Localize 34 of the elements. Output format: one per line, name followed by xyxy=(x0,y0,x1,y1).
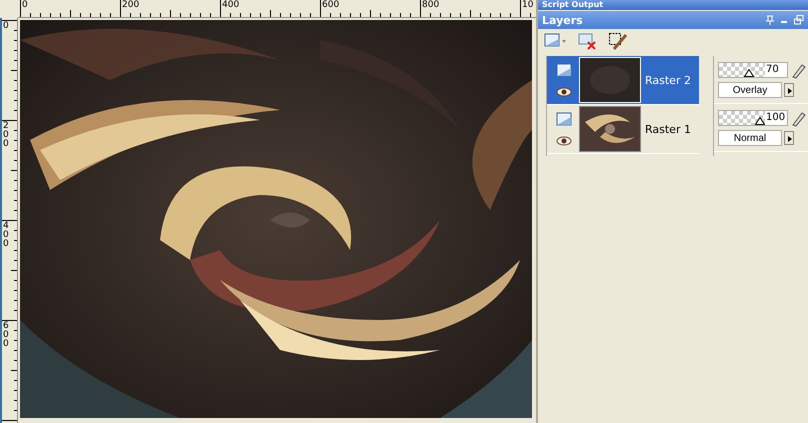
raster-layer-icon xyxy=(556,63,572,77)
opacity-slider[interactable]: 70 xyxy=(718,62,788,78)
pin-icon[interactable] xyxy=(766,15,774,25)
ruler-label: 800 xyxy=(422,0,440,10)
ruler-label: 600 xyxy=(3,322,10,349)
restore-icon[interactable] xyxy=(794,15,804,25)
slider-thumb[interactable] xyxy=(744,69,754,77)
layer-thumbnail xyxy=(579,106,641,152)
ruler-label: 0 xyxy=(22,0,28,10)
blend-mode-dropdown[interactable]: Overlay xyxy=(718,82,782,98)
ruler-label: 400 xyxy=(3,222,10,249)
edit-selection-icon[interactable] xyxy=(608,32,628,50)
layer-thumbnail xyxy=(579,57,641,103)
layer-name[interactable]: Raster 1 xyxy=(645,122,691,136)
opacity-value: 70 xyxy=(765,63,779,77)
ruler-label: 0 xyxy=(3,22,10,31)
layer-name[interactable]: Raster 2 xyxy=(645,74,691,86)
opacity-slider[interactable]: 100 xyxy=(718,110,788,126)
opacity-value: 100 xyxy=(765,111,786,125)
slider-thumb[interactable] xyxy=(755,117,765,125)
palette-title: Layers xyxy=(542,14,583,26)
layer-row[interactable]: Raster 1 xyxy=(547,105,699,154)
blend-mode-dropdown[interactable]: Normal xyxy=(718,130,782,146)
ruler-label: 200 xyxy=(3,122,10,149)
raster-layer-icon xyxy=(556,112,572,126)
ruler-label: 10 xyxy=(522,0,534,10)
ruler-label: 400 xyxy=(222,0,240,10)
ruler-label: 200 xyxy=(122,0,140,10)
visibility-eye-icon[interactable] xyxy=(556,136,572,146)
ruler-label: 600 xyxy=(322,0,340,10)
delete-layer-icon[interactable] xyxy=(578,32,598,50)
visibility-eye-icon[interactable] xyxy=(556,87,572,97)
layer-row[interactable]: Raster 2 xyxy=(547,56,699,105)
palette-title: Script Output xyxy=(542,0,604,9)
